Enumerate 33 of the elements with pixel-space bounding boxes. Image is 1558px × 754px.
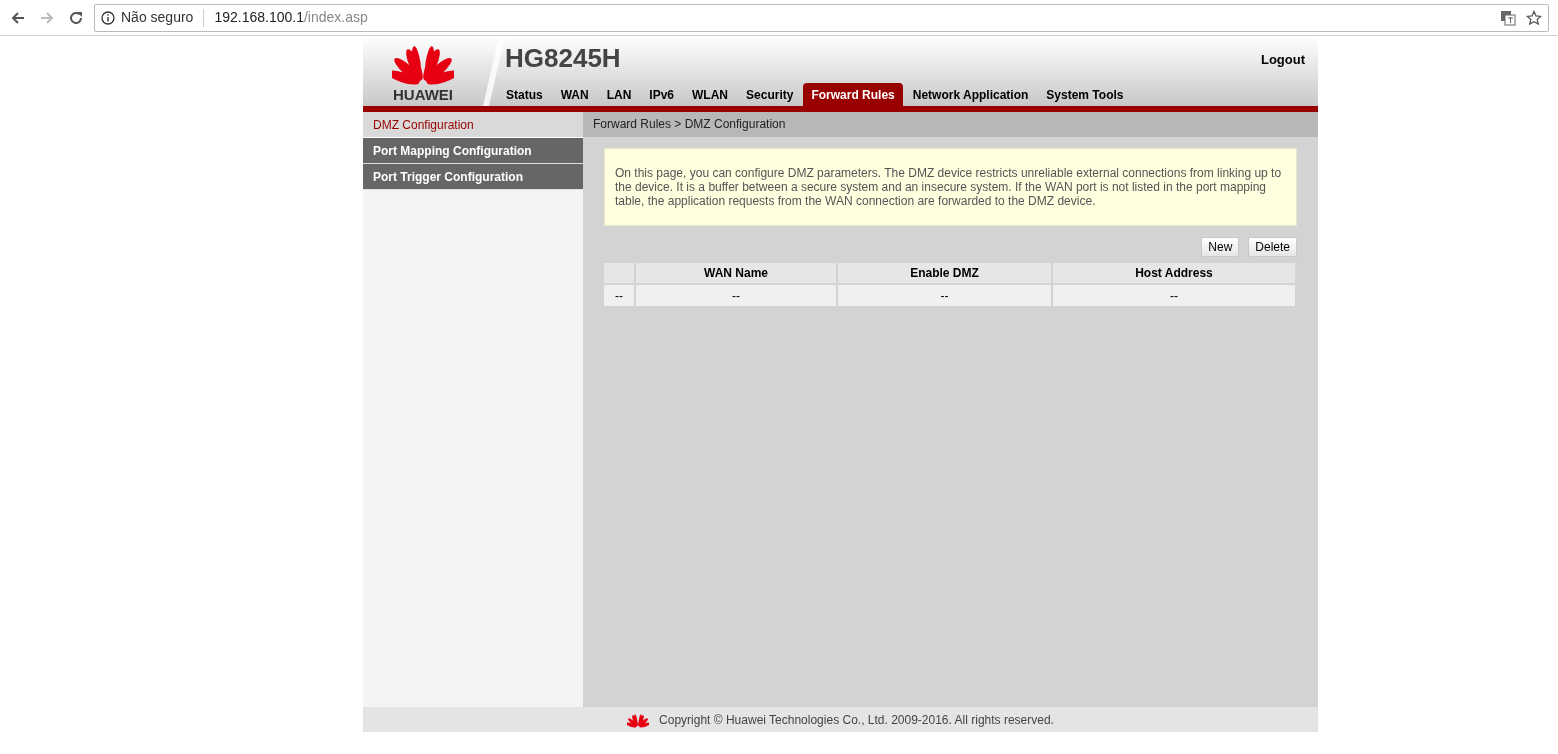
info-icon xyxy=(101,10,115,25)
action-button[interactable]: New xyxy=(1201,237,1240,257)
copyright-text: Copyright © Huawei Technologies Co., Ltd. 2009-2016. All rights reserved. xyxy=(659,711,1054,729)
nav-tab[interactable]: Security xyxy=(738,83,802,108)
sidebar-item[interactable]: DMZ Configuration xyxy=(363,112,583,138)
sidebar-item[interactable]: Port Trigger Configuration xyxy=(363,164,583,190)
url-host: 192.168.100.1 xyxy=(214,8,304,27)
security-label: Não seguro xyxy=(121,8,194,27)
breadcrumb: Forward Rules > DMZ Configuration xyxy=(583,112,1318,137)
nav-tab[interactable]: Forward Rules xyxy=(803,83,903,108)
table-cell: -- xyxy=(837,284,1052,306)
nav-tab[interactable]: IPv6 xyxy=(641,83,683,108)
address-bar[interactable]: Não seguro 192.168.100.1/index.asp xyxy=(94,3,1549,32)
table-cell: -- xyxy=(635,284,837,306)
reload-icon[interactable] xyxy=(68,9,84,26)
nav-tab[interactable]: System Tools xyxy=(1038,83,1132,108)
info-notice: On this page, you can configure DMZ parameters. The DMZ device restricts unreliable external connections from linking up to the device. It is a buffer between a secure system and an insecure system. If the WAN port is not listed in the port mapping table, the application requests from the WAN connection are forwarded to the DMZ device. xyxy=(604,148,1297,226)
table-cell: -- xyxy=(1052,284,1296,306)
logout-link[interactable]: Logout xyxy=(1260,50,1305,70)
sidebar-item[interactable]: Port Mapping Configuration xyxy=(363,138,583,164)
action-button[interactable]: Delete xyxy=(1248,237,1297,257)
model-title: HG8245H xyxy=(505,43,621,73)
nav-tab[interactable]: WLAN xyxy=(684,83,737,108)
translate-icon[interactable] xyxy=(1500,9,1516,26)
nav-tab[interactable]: Network Application xyxy=(904,83,1037,108)
nav-tab[interactable]: WAN xyxy=(552,83,597,108)
back-icon[interactable] xyxy=(10,9,26,26)
brand-name: HUAWEI xyxy=(393,87,453,102)
table-cell: -- xyxy=(604,284,635,306)
nav-tab[interactable]: LAN xyxy=(598,83,640,108)
url-path: /index.asp xyxy=(303,8,368,27)
star-icon[interactable] xyxy=(1526,9,1542,26)
nav-tab[interactable]: Status xyxy=(498,83,551,108)
